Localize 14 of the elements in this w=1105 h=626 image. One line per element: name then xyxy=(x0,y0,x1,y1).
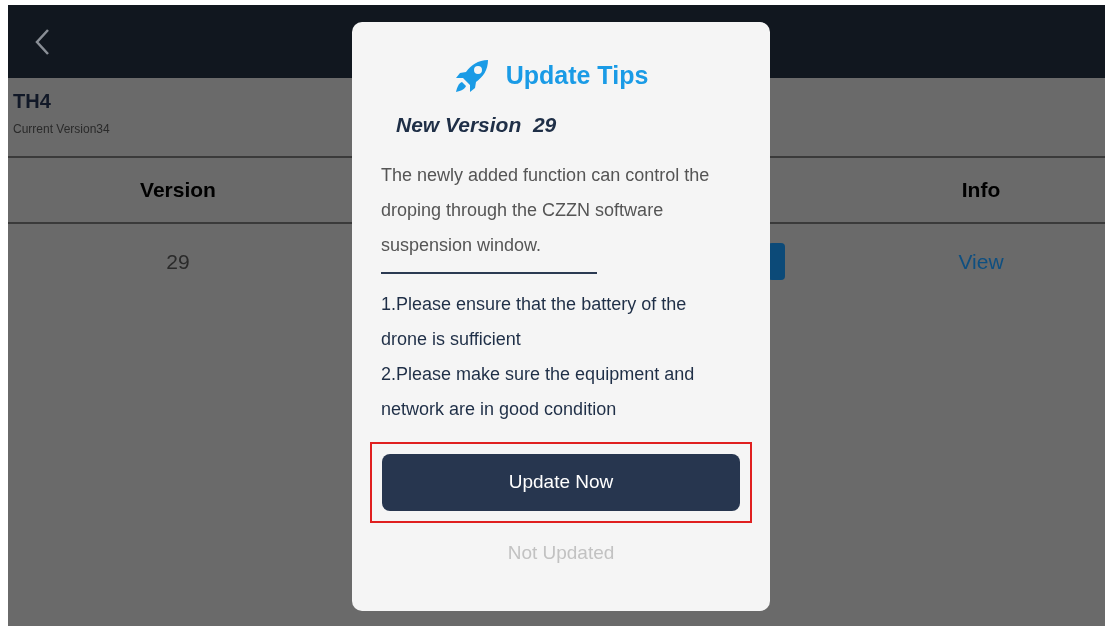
current-version-text: Current Version34 xyxy=(13,122,110,136)
update-now-button[interactable]: Update Now xyxy=(382,454,740,511)
view-link[interactable]: View xyxy=(958,250,1004,274)
new-version-text: New Version 29 xyxy=(396,111,557,138)
dialog-title: Update Tips xyxy=(505,60,649,91)
column-header: Info xyxy=(961,178,1001,202)
back-icon[interactable] xyxy=(34,27,50,56)
version-cell: 29 xyxy=(166,250,190,274)
rocket-icon xyxy=(453,57,490,94)
description-text: The newly added function can control the droping through the CZZN software suspension window. xyxy=(381,164,711,257)
note-text: 2.Please make sure the equipment and network are in good condition xyxy=(381,363,696,421)
note-text: 1.Please ensure that the battery of the drone is sufficient xyxy=(381,293,688,351)
column-header: Version xyxy=(140,178,216,202)
device-name: TH4 xyxy=(13,90,51,112)
